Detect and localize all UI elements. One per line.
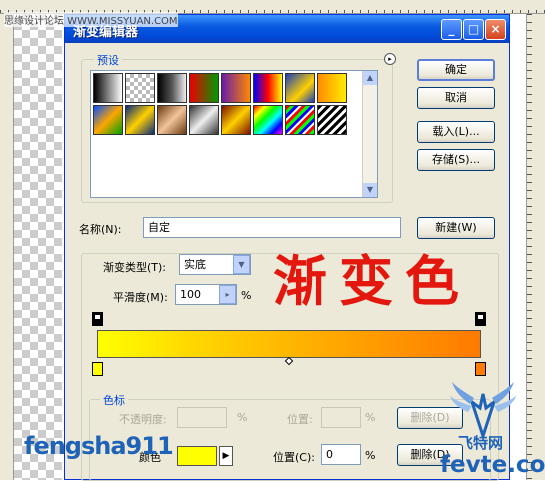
- right-ruler: [526, 14, 545, 480]
- color-stop-right[interactable]: [475, 362, 486, 376]
- color-stop-left[interactable]: [92, 362, 103, 376]
- opacity-position-label: 位置:: [287, 413, 313, 426]
- gradient-editor-dialog: 渐变编辑器 _ □ × 预设 ▸ ▲ ▼ 确定 取消 载入(L)... 存储(S…: [64, 14, 510, 481]
- opacity-unit: %: [237, 411, 248, 424]
- stop-color-swatch[interactable]: [177, 446, 217, 466]
- maximize-button[interactable]: □: [463, 19, 484, 40]
- smoothness-label: 平滑度(M):: [113, 291, 168, 304]
- opacity-input[interactable]: [177, 407, 227, 428]
- presets-menu-icon[interactable]: ▸: [384, 53, 396, 65]
- cancel-button[interactable]: 取消: [417, 87, 495, 109]
- gradient-type-label: 渐变类型(T):: [103, 261, 167, 274]
- preset-swatch-list: ▲ ▼: [90, 70, 378, 198]
- scroll-up-icon[interactable]: ▲: [363, 71, 377, 85]
- preset-swatch[interactable]: [253, 73, 283, 103]
- preset-swatch[interactable]: [125, 105, 155, 135]
- preset-swatch[interactable]: [93, 105, 123, 135]
- opacity-stop-right[interactable]: [475, 312, 486, 326]
- maximize-icon: □: [467, 22, 480, 36]
- ok-button[interactable]: 确定: [417, 59, 495, 81]
- presets-legend: 预设: [94, 52, 122, 68]
- minimize-icon: _: [448, 22, 455, 36]
- preset-swatch[interactable]: [285, 105, 315, 135]
- preset-swatch[interactable]: [285, 73, 315, 103]
- watermark-top-left: 思缘设计论坛 WWW.MISSYUAN.COM: [4, 12, 178, 27]
- minimize-button[interactable]: _: [441, 19, 462, 40]
- opacity-stop-left[interactable]: [92, 312, 103, 326]
- gradient-preview-bar[interactable]: [97, 330, 481, 358]
- scroll-down-icon[interactable]: ▼: [363, 183, 377, 197]
- watermark-left: fengsha911: [24, 432, 174, 460]
- smoothness-unit: %: [241, 289, 252, 302]
- color-position-unit: %: [365, 449, 376, 462]
- preset-swatch[interactable]: [317, 73, 347, 103]
- opacity-position-input[interactable]: [321, 407, 361, 428]
- opacity-label: 不透明度:: [119, 413, 167, 426]
- preset-swatch[interactable]: [221, 73, 251, 103]
- color-menu-icon[interactable]: ▶: [219, 446, 233, 466]
- save-button[interactable]: 存储(S)...: [417, 149, 495, 171]
- load-button[interactable]: 载入(L)...: [417, 121, 495, 143]
- preset-swatch[interactable]: [253, 105, 283, 135]
- canvas-transparent-area: [14, 14, 62, 480]
- preset-swatch[interactable]: [157, 73, 187, 103]
- preset-swatch[interactable]: [93, 73, 123, 103]
- wings-logo-icon: [450, 382, 516, 438]
- chevron-down-icon[interactable]: ▼: [233, 255, 250, 274]
- close-button[interactable]: ×: [485, 19, 506, 40]
- preset-swatch[interactable]: [189, 73, 219, 103]
- name-label: 名称(N):: [79, 223, 122, 236]
- presets-group: 预设 ▸ ▲ ▼: [81, 52, 396, 203]
- preset-swatch[interactable]: [189, 105, 219, 135]
- color-position-label: 位置(C):: [273, 451, 315, 464]
- new-button[interactable]: 新建(W): [417, 217, 495, 239]
- preset-swatch[interactable]: [125, 73, 155, 103]
- opacity-position-unit: %: [365, 411, 376, 424]
- name-input[interactable]: 自定: [143, 217, 401, 238]
- color-position-input[interactable]: 0: [321, 444, 361, 465]
- close-icon: ×: [490, 22, 501, 36]
- watermark-right-cn: 飞特网: [458, 434, 504, 452]
- preset-swatch[interactable]: [157, 105, 187, 135]
- preset-swatch[interactable]: [317, 105, 347, 135]
- left-ruler: [0, 14, 14, 480]
- watermark-right-domain: fevte.com: [440, 452, 545, 478]
- gradient-type-value: 实底: [184, 258, 206, 271]
- color-stops-legend: 色标: [100, 392, 128, 408]
- preset-swatch[interactable]: [221, 105, 251, 135]
- preset-scrollbar[interactable]: ▲ ▼: [362, 71, 377, 197]
- smoothness-stepper-icon[interactable]: ▸: [219, 285, 236, 304]
- overlay-title-text: 渐变色: [273, 250, 471, 313]
